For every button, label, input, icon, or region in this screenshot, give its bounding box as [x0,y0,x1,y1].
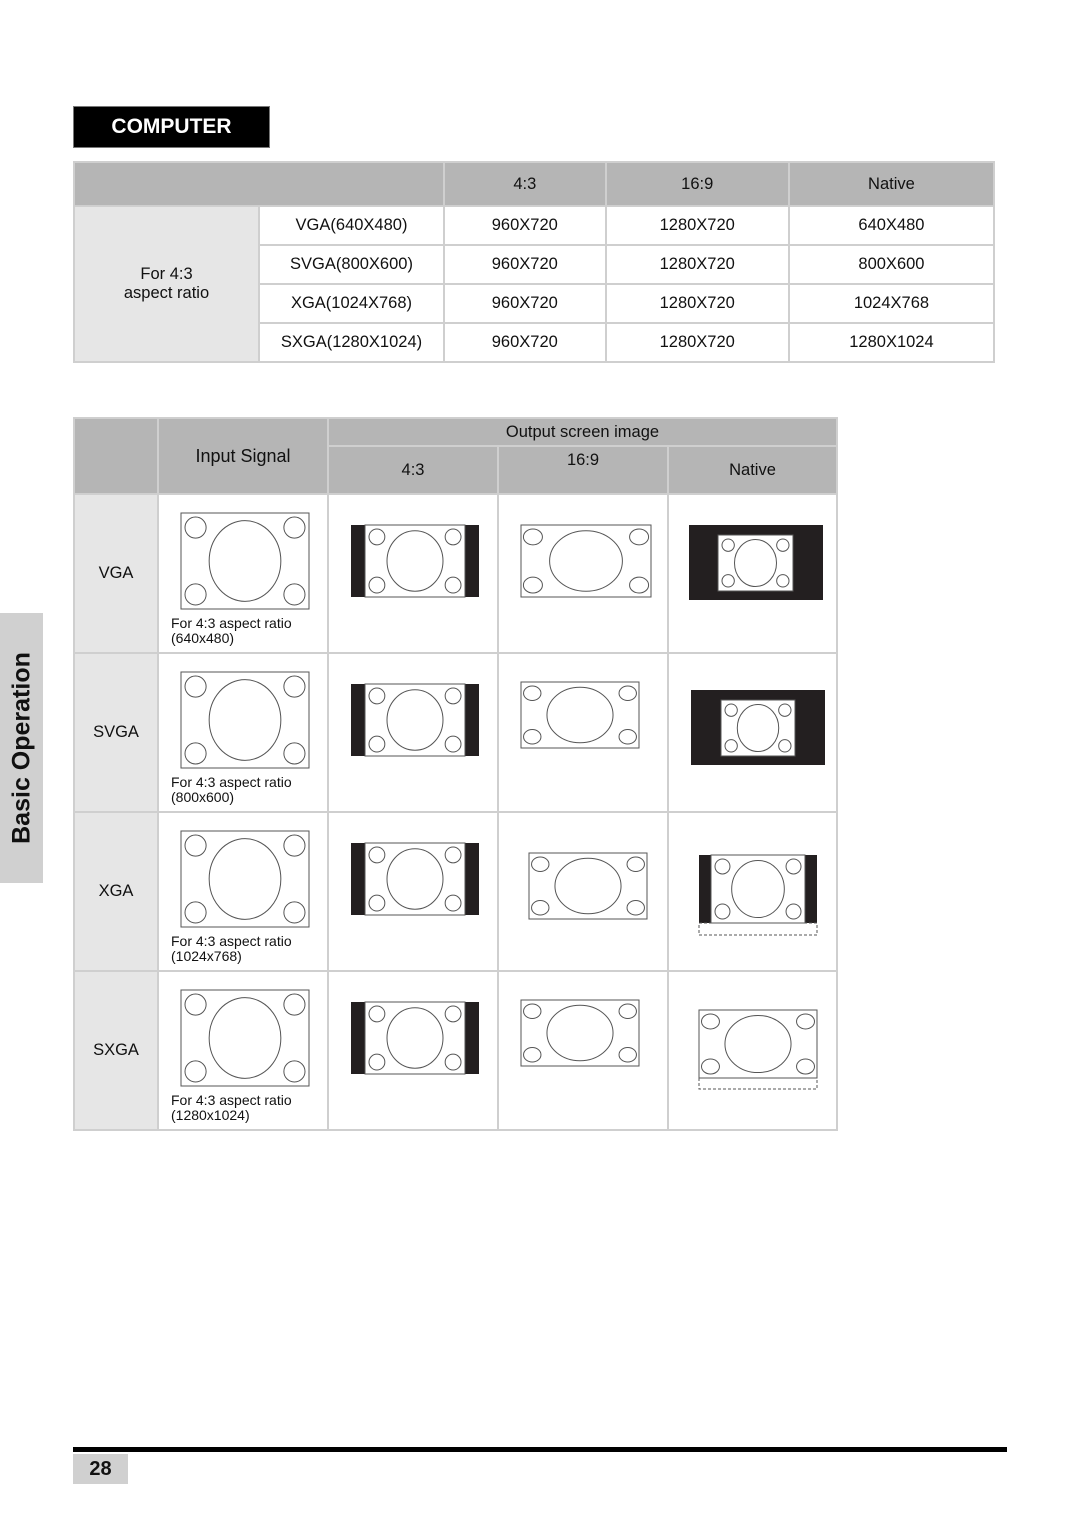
table-row: XGA For 4:3 aspect ratio (1024x768) [73,811,838,972]
output-native-pattern [710,854,806,924]
output-16-9-cell [497,970,669,1131]
value-cell: 1280X720 [604,244,790,285]
header-native: Native [667,445,838,495]
value-cell: 960X720 [443,244,607,285]
table-row: SXGA For 4:3 aspect ratio (1280x1024) [73,970,838,1131]
page-number: 28 [73,1454,128,1484]
value-cell: 1280X720 [604,322,790,363]
output-native-pattern [720,699,796,757]
input-caption: For 4:3 aspect ratio (640x480) [171,615,292,646]
value-cell: 1280X720 [604,283,790,324]
side-tab-label: Basic Operation [7,652,35,844]
input-test-pattern [180,512,310,610]
input-image-cell: For 4:3 aspect ratio (640x480) [157,493,329,654]
header-row-1: Input Signal Output screen image [73,417,838,495]
input-test-pattern [180,989,310,1087]
header-native: Native [787,161,996,207]
cropped-area [698,1077,818,1090]
header-16-9: 16:9 [604,161,790,207]
output-16-9-pattern [520,681,640,749]
header-input-signal: Input Signal [157,417,329,495]
output-4-3-cell [327,970,499,1131]
group-label: For 4:3 aspect ratio [73,205,260,363]
signal-name: SXGA [73,970,159,1131]
value-cell: 800X600 [787,244,996,285]
output-native-cell [667,493,838,654]
output-16-9-pattern [528,852,648,920]
signal-name: XGA [73,811,159,972]
header-4-3: 4:3 [443,161,607,207]
input-image-cell: For 4:3 aspect ratio (800x600) [157,652,329,813]
signal-name: SVGA [73,652,159,813]
output-native-cell [667,652,838,813]
input-image-cell: For 4:3 aspect ratio (1280x1024) [157,970,329,1131]
header-blank [73,417,159,495]
input-caption: For 4:3 aspect ratio (1280x1024) [171,1092,292,1123]
table-row: For 4:3 aspect ratio VGA(640X480) 960X720… [73,205,996,363]
side-tab: Basic Operation [0,613,43,883]
value-cell: 960X720 [443,322,607,363]
table-header-row: 4:3 16:9 Native [73,161,996,207]
input-caption: For 4:3 aspect ratio (1024x768) [171,933,292,964]
value-cell: 640X480 [787,205,996,246]
header-blank [73,161,445,207]
input-image-cell: For 4:3 aspect ratio (1024x768) [157,811,329,972]
output-4-3-pattern [364,842,466,916]
value-cell: 960X720 [443,283,607,324]
table-row: VGA For 4:3 aspect ratio (640x480) [73,493,838,654]
signal-cell: XGA(1024X768) [258,283,445,324]
cropped-area [698,922,818,936]
table-row: SVGA For 4:3 aspect ratio (800x600) [73,652,838,813]
input-test-pattern [180,671,310,769]
signal-cell: SVGA(800X600) [258,244,445,285]
output-4-3-pattern [364,683,466,757]
section-title: COMPUTER [73,106,270,148]
value-cell: 1024X768 [787,283,996,324]
header-output-screen: Output screen image [327,417,838,447]
value-cell: 1280X720 [604,205,790,246]
footer-rule [73,1447,1007,1452]
output-native-pattern [698,1009,818,1079]
output-16-9-cell [497,652,669,813]
output-4-3-cell [327,811,499,972]
header-4-3: 4:3 [327,445,499,495]
output-16-9-pattern [520,524,652,598]
output-4-3-cell [327,493,499,654]
value-cell: 960X720 [443,205,607,246]
signal-cell: VGA(640X480) [258,205,445,246]
output-native-cell [667,970,838,1131]
output-16-9-cell [497,811,669,972]
output-native-pattern [717,534,794,592]
output-native-cell [667,811,838,972]
output-16-9-cell [497,493,669,654]
output-16-9-pattern [520,999,640,1067]
signal-cell: SXGA(1280X1024) [258,322,445,363]
output-4-3-pattern [364,524,466,598]
signal-name: VGA [73,493,159,654]
output-4-3-cell [327,652,499,813]
input-test-pattern [180,830,310,928]
input-caption: For 4:3 aspect ratio (800x600) [171,774,292,805]
output-4-3-pattern [364,1001,466,1075]
header-16-9: 16:9 [497,445,669,495]
output-image-table: Input Signal Output screen image 4:3 16:… [73,417,838,1131]
value-cell: 1280X1024 [787,322,996,363]
resolution-table: 4:3 16:9 Native For 4:3 aspect ratio VGA(… [73,161,996,363]
